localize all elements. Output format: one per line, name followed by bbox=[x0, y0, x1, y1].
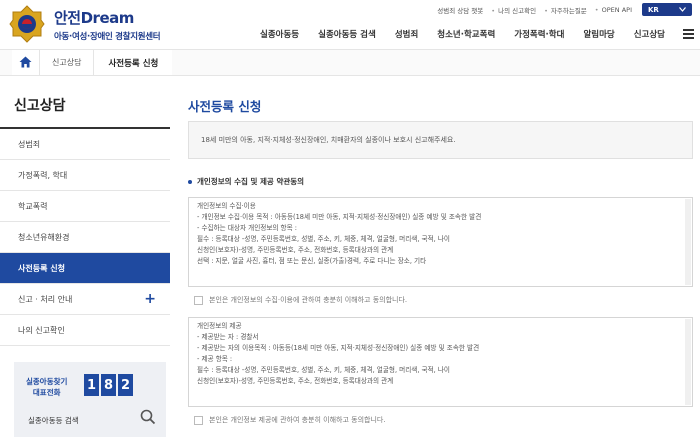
nav-missing-children[interactable]: 실종아동등 bbox=[260, 28, 299, 40]
breadcrumb: 신고상담 사전등록 신청 bbox=[0, 50, 700, 76]
scrollbar[interactable] bbox=[685, 199, 691, 285]
terms-line: 개인정보의 제공 bbox=[197, 322, 242, 330]
agree-collection-checkbox[interactable] bbox=[194, 295, 203, 305]
logo-title: 안전Dream bbox=[54, 8, 134, 27]
site-logo[interactable]: 안전Dream 아동·여성·장애인 경찰지원센터 bbox=[8, 4, 161, 44]
sidebar-item-label: 가정폭력, 학대 bbox=[18, 170, 68, 180]
sidebar-item-label: 신고 · 처리 안내 bbox=[18, 294, 73, 304]
site-header: 안전Dream 아동·여성·장애인 경찰지원센터 성범죄 상담 챗봇 나의 신고… bbox=[0, 0, 700, 50]
nav-missing-search[interactable]: 실종아동등 검색 bbox=[318, 28, 376, 40]
terms-line: 신청인(보호자)-성명, 주민등록번호, 주소, 전화번호, 등록대상과의 관계 bbox=[197, 246, 394, 254]
sidebar-item-my-report[interactable]: 나의 신고확인 bbox=[0, 315, 170, 346]
nav-sexual-crime[interactable]: 성범죄 bbox=[395, 28, 418, 40]
main-nav: 실종아동등 실종아동등 검색 성범죄 청소년·학교폭력 가정폭력·학대 알림마당… bbox=[241, 28, 694, 40]
terms-line: - 제공 항목 : bbox=[197, 355, 233, 363]
sidebar-item-report-guide[interactable]: 신고 · 처리 안내 + bbox=[0, 284, 170, 315]
terms-line: - 개인정보 수집·이용 목적 : 아동등(18세 미만 아동, 지적·지체성·… bbox=[197, 213, 482, 221]
terms-line: - 제공받는 자 : 경찰서 bbox=[197, 333, 259, 341]
hotline-digit: 8 bbox=[101, 374, 116, 396]
agree-provision-checkbox[interactable] bbox=[194, 415, 203, 425]
notice-box: 18세 미만의 아동, 지적·지체성·정신장애인, 치매환자의 실종이나 보호시… bbox=[188, 121, 693, 159]
logo-subtitle: 아동·여성·장애인 경찰지원센터 bbox=[54, 31, 161, 42]
home-icon bbox=[19, 53, 32, 72]
section-title-text: 개인정보의 수집 및 제공 약관동의 bbox=[197, 177, 305, 186]
section-title: 개인정보의 수집 및 제공 약관동의 bbox=[188, 176, 693, 187]
terms-line: 신청인(보호자)-성명, 주민등록번호, 주소, 전화번호, 등록대상과의 관계 bbox=[197, 377, 394, 385]
sidebar-item-sexual-crime[interactable]: 성범죄 bbox=[0, 129, 170, 160]
scrollbar[interactable] bbox=[685, 319, 691, 405]
menu-icon[interactable] bbox=[683, 29, 694, 39]
hotline-digit: 2 bbox=[118, 374, 133, 396]
language-select[interactable]: KR bbox=[642, 3, 692, 16]
terms-line: 필수 : 등록대상 -성명, 주민등록번호, 성별, 주소, 키, 체중, 체격… bbox=[197, 366, 450, 374]
nav-domestic-violence[interactable]: 가정폭력·학대 bbox=[514, 28, 564, 40]
sidebar: 신고상담 성범죄 가정폭력, 학대 학교폭력 청소년유해환경 사전등록 신청 신… bbox=[0, 77, 170, 437]
agree-provision[interactable]: 본인은 개인정보 제공에 관하여 충분히 이해하고 동의합니다. bbox=[188, 414, 693, 426]
faq-link[interactable]: 자주하는질문 bbox=[544, 5, 587, 15]
hotline-digit: 1 bbox=[84, 374, 99, 396]
my-report-link[interactable]: 나의 신고확인 bbox=[491, 5, 536, 15]
home-button[interactable] bbox=[12, 50, 40, 75]
hotline-label: 실종아동찾기 대표전화 bbox=[26, 376, 67, 398]
open-api-link[interactable]: OPEN API bbox=[595, 6, 632, 14]
chevron-down-icon bbox=[679, 6, 686, 14]
plus-icon[interactable]: + bbox=[144, 291, 156, 307]
sidebar-title: 신고상담 bbox=[0, 77, 170, 129]
terms-line: - 제공받는 자의 이용목적 : 아동등(18세 미만 아동, 지적·지체성·정… bbox=[197, 344, 480, 352]
language-value: KR bbox=[648, 5, 659, 14]
sidebar-item-pre-registration[interactable]: 사전등록 신청 bbox=[0, 253, 170, 284]
bullet-icon bbox=[188, 179, 192, 184]
sidebar-item-school-violence[interactable]: 학교폭력 bbox=[0, 191, 170, 222]
sidebar-item-label: 학교폭력 bbox=[18, 201, 48, 211]
chatbot-link[interactable]: 성범죄 상담 챗봇 bbox=[437, 5, 483, 15]
agree-collection[interactable]: 본인은 개인정보의 수집·이용에 관하여 충분히 이해하고 동의합니다. bbox=[188, 294, 693, 306]
main-content: 사전등록 신청 18세 미만의 아동, 지적·지체성·정신장애인, 치매환자의 … bbox=[188, 77, 693, 426]
search-icon[interactable] bbox=[140, 409, 156, 429]
agree-collection-label: 본인은 개인정보의 수집·이용에 관하여 충분히 이해하고 동의합니다. bbox=[209, 296, 408, 304]
police-emblem-icon bbox=[8, 4, 46, 44]
page-title: 사전등록 신청 bbox=[188, 99, 262, 114]
sidebar-item-label: 청소년유해환경 bbox=[18, 232, 70, 242]
terms-line: 선택 : 지문, 얼굴 사진, 흉터, 점 또는 문신, 실종(가출)경력, 주… bbox=[197, 257, 427, 265]
missing-search-link[interactable]: 실종아동등 검색 bbox=[28, 415, 79, 426]
breadcrumb-parent[interactable]: 신고상담 bbox=[40, 50, 95, 75]
hotline-label-line1: 실종아동찾기 bbox=[26, 377, 68, 386]
nav-report[interactable]: 신고상담 bbox=[634, 28, 665, 40]
sidebar-item-domestic-violence[interactable]: 가정폭력, 학대 bbox=[0, 160, 170, 191]
sidebar-item-label: 나의 신고확인 bbox=[18, 325, 65, 335]
terms-provision-box[interactable]: 개인정보의 제공 - 제공받는 자 : 경찰서 - 제공받는 자의 이용목적 :… bbox=[188, 317, 693, 407]
nav-school-violence[interactable]: 청소년·학교폭력 bbox=[437, 28, 495, 40]
terms-line: - 수집하는 대상자 개인정보의 항목 : bbox=[197, 224, 298, 232]
hotline-label-line2: 대표전화 bbox=[32, 388, 61, 397]
terms-line: 필수 : 등록대상 -성명, 주민등록번호, 성별, 주소, 키, 체중, 체격… bbox=[197, 235, 450, 243]
sidebar-item-label: 성범죄 bbox=[18, 139, 41, 149]
sidebar-item-label: 사전등록 신청 bbox=[18, 263, 65, 273]
sidebar-item-youth-harmful[interactable]: 청소년유해환경 bbox=[0, 222, 170, 253]
nav-notice[interactable]: 알림마당 bbox=[583, 28, 614, 40]
breadcrumb-current: 사전등록 신청 bbox=[94, 50, 173, 75]
agree-provision-label: 본인은 개인정보 제공에 관하여 충분히 이해하고 동의합니다. bbox=[209, 416, 386, 424]
utility-links: 성범죄 상담 챗봇 나의 신고확인 자주하는질문 OPEN API KR bbox=[429, 3, 692, 16]
terms-collection-box[interactable]: 개인정보의 수집·이용 - 개인정보 수집·이용 목적 : 아동등(18세 미만… bbox=[188, 197, 693, 287]
hotline-box: 실종아동찾기 대표전화 1 8 2 실종아동등 검색 bbox=[14, 362, 166, 437]
terms-line: 개인정보의 수집·이용 bbox=[197, 202, 256, 210]
